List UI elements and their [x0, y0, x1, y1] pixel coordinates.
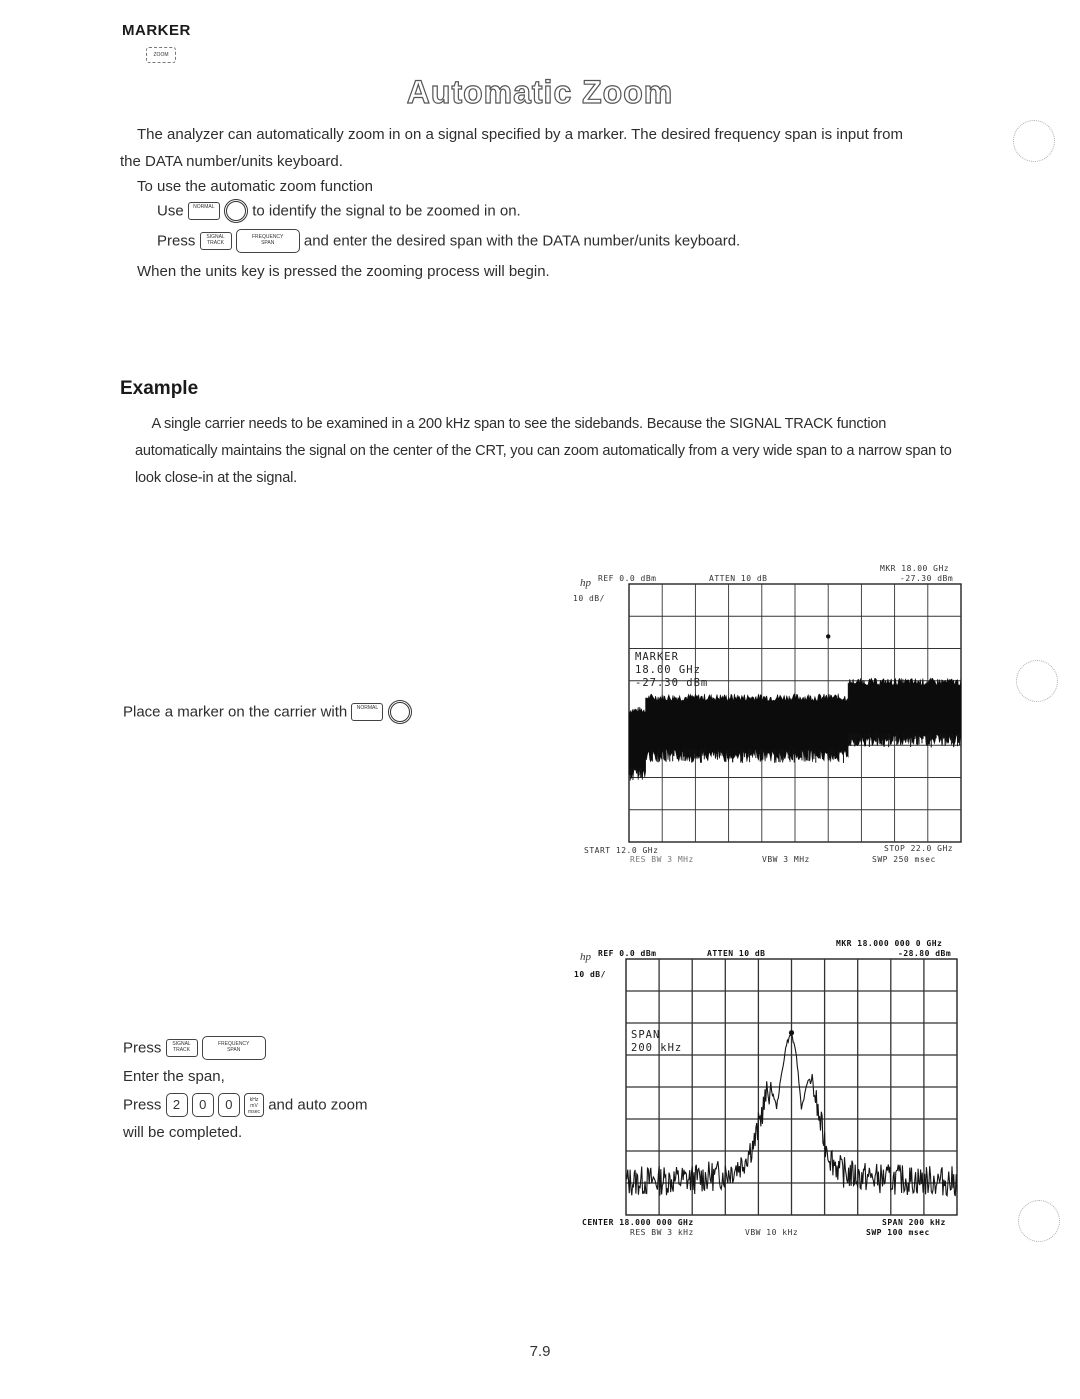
use-suffix: to identify the signal to be zoomed in o… [252, 202, 521, 220]
sweep-label: SWP 100 msec [866, 1228, 930, 1237]
normal-key-icon: NORMAL [187, 202, 220, 220]
hp-logo: hp [580, 951, 591, 963]
signal-track-key-icon: SIGNAL TRACK [199, 232, 232, 250]
atten-label: ATTEN 10 dB [709, 574, 768, 583]
step2-press: Press [123, 1039, 162, 1057]
step1-text: Place a marker on the carrier with [123, 703, 348, 721]
scale-label: 10 dB/ [573, 594, 605, 603]
marker-dot [788, 1030, 795, 1036]
zoom-key-icon: ZOOM [146, 47, 176, 63]
key-label: TRACK [207, 240, 224, 246]
crt-annotation-text: SPAN [631, 1029, 660, 1041]
digit-0-key-icon: 0 [217, 1093, 240, 1117]
section-label: MARKER [122, 22, 191, 39]
press-prefix: Press [157, 232, 196, 250]
crt-annotation-text: -27.30 dBm [635, 677, 708, 689]
rbw-label: RES BW 3 kHz [630, 1228, 694, 1237]
normal-key-icon: NORMAL [351, 703, 384, 721]
crt-annotation-text: 18.00 GHz [635, 664, 701, 676]
page-title: Automatic Zoom [406, 73, 674, 110]
knob-icon [224, 199, 249, 223]
normal-key-label: NORMAL [356, 705, 379, 711]
binder-hole-icon [1013, 120, 1055, 162]
marker-amp-label: -27.30 dBm [900, 574, 954, 583]
span-label: SPAN 200 kHz [882, 1218, 946, 1227]
hp-logo: hp [580, 577, 591, 589]
press-suffix: and enter the desired span with the DATA… [303, 232, 741, 250]
key-label: TRACK [173, 1047, 190, 1053]
crt-annotation-text: 200 kHz [631, 1042, 682, 1054]
marker-freq-label: MKR 18.000 000 0 GHz [836, 939, 943, 948]
scale-label: 10 dB/ [574, 970, 606, 979]
key-label: SPAN [227, 1047, 241, 1053]
use-instruction: Use NORMAL to identify the signal to be … [157, 199, 521, 223]
normal-key-label: NORMAL [193, 204, 215, 210]
frequency-span-key-icon: FREQUENCY SPAN [235, 229, 300, 253]
stop-freq-label: STOP 22.0 GHz [884, 844, 954, 853]
binder-hole-icon [1016, 660, 1058, 702]
marker-dot [826, 634, 831, 639]
marker-amp-label: -28.80 dBm [898, 949, 952, 958]
start-freq-label: START 12.0 GHz [584, 846, 659, 855]
intro-line-2: the DATA number/units keyboard. [120, 153, 343, 170]
use-prefix: Use [157, 202, 184, 220]
vbw-label: VBW 10 kHz [745, 1228, 799, 1237]
step-complete: will be completed. [123, 1124, 243, 1141]
example-paragraph: A single carrier needs to be examined in… [135, 410, 969, 491]
crt-annotation-text: MARKER [635, 651, 679, 663]
key-label: SPAN [261, 240, 275, 246]
digit-2-key-icon: 2 [165, 1093, 188, 1117]
intro-line-1: The analyzer can automatically zoom in o… [137, 126, 903, 143]
ref-level-label: REF 0.0 dBm [598, 574, 657, 583]
intro-line-last: When the units key is pressed the zoomin… [137, 263, 550, 280]
vbw-label: VBW 3 MHz [762, 855, 810, 864]
noise-band-segment [645, 692, 849, 763]
sweep-label: SWP 250 msec [872, 855, 936, 864]
knob-icon [387, 700, 412, 724]
step2-tail: and auto zoom [268, 1096, 368, 1114]
ref-level-label: REF 0.0 dBm [598, 949, 657, 958]
example-heading: Example [120, 378, 199, 399]
digit-0-key-icon: 0 [191, 1093, 214, 1117]
intro-line-3: To use the automatic zoom function [137, 178, 373, 195]
atten-label: ATTEN 10 dB [707, 949, 766, 958]
crt-display-200khz-span: SPAN200 kHz [625, 958, 958, 1216]
step-enter-span: Enter the span, [123, 1068, 225, 1085]
rbw-label: RES BW 3 MHz [630, 855, 694, 864]
example-paragraph-text: A single carrier needs to be examined in… [135, 415, 952, 486]
marker-freq-label: MKR 18.00 GHz [880, 564, 950, 573]
step-place-marker: Place a marker on the carrier with NORMA… [123, 700, 412, 724]
step-press-span: Press SIGNAL TRACK FREQUENCY SPAN [123, 1036, 266, 1060]
center-freq-label: CENTER 18.000 000 GHz [582, 1218, 694, 1227]
signal-track-key-icon: SIGNAL TRACK [165, 1039, 198, 1057]
page-number: 7.9 [529, 1343, 551, 1360]
step-press-digits: Press 2 0 0 kHz mV msec and auto zoom [123, 1093, 367, 1117]
binder-hole-icon [1018, 1200, 1060, 1242]
press-instruction: Press SIGNAL TRACK FREQUENCY SPAN and ente… [157, 229, 740, 253]
step2-press2: Press [123, 1096, 162, 1114]
khz-unit-key-icon: kHz mV msec [244, 1093, 265, 1117]
key-label: msec [248, 1109, 260, 1115]
frequency-span-key-icon: FREQUENCY SPAN [201, 1036, 266, 1060]
crt-display-wide-span: MARKER18.00 GHz-27.30 dBm [628, 583, 962, 843]
